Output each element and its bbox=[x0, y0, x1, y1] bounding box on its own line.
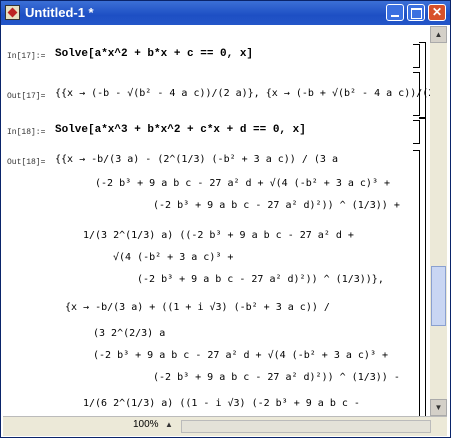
mathematica-icon bbox=[5, 5, 20, 20]
input-cell[interactable]: Solve[a*x^3 + b*x^2 + c*x + d == 0, x] bbox=[55, 124, 306, 136]
output-line: {{x → -b/(3 a) - (2^(1/3) (-b² + 3 a c))… bbox=[55, 154, 338, 165]
vertical-scrollbar[interactable]: ▲ ▼ bbox=[430, 26, 447, 416]
minimize-button[interactable] bbox=[386, 4, 404, 21]
output-line: (-2 b³ + 9 a b c - 27 a² d)²)) ^ (1/3))}… bbox=[137, 274, 384, 285]
output-label: Out[18]= bbox=[7, 158, 46, 167]
group-bracket[interactable] bbox=[419, 42, 426, 118]
maximize-button[interactable] bbox=[407, 4, 425, 21]
horizontal-scrollbar[interactable] bbox=[181, 420, 431, 433]
output-line: 1/(6 2^(1/3) a) ((1 - i √3) (-2 b³ + 9 a… bbox=[83, 398, 360, 409]
zoom-level[interactable]: 100% bbox=[133, 419, 159, 430]
output-line: {x → -b/(3 a) + ((1 + i √3) (-b² + 3 a c… bbox=[65, 302, 330, 313]
output-cell[interactable]: {{x → (-b - √(b² - 4 a c))/(2 a)}, {x → … bbox=[55, 88, 430, 99]
output-line: 1/(3 2^(1/3) a) ((-2 b³ + 9 a b c - 27 a… bbox=[83, 230, 354, 241]
status-bar: 100% ▲ bbox=[3, 416, 447, 436]
window-title: Untitled-1 * bbox=[25, 5, 94, 20]
scroll-thumb[interactable] bbox=[431, 266, 446, 326]
output-line: √(4 (-b² + 3 a c)³ + bbox=[113, 252, 234, 263]
scroll-up-arrow-icon[interactable]: ▲ bbox=[430, 26, 447, 43]
title-bar[interactable]: Untitled-1 * ✕ bbox=[1, 1, 450, 25]
input-label: In[18]:= bbox=[7, 128, 46, 137]
output-line: (-2 b³ + 9 a b c - 27 a² d + √(4 (-b² + … bbox=[93, 350, 389, 361]
input-cell[interactable]: Solve[a*x^2 + b*x + c == 0, x] bbox=[55, 48, 253, 60]
output-label: Out[17]= bbox=[7, 92, 46, 101]
output-line: (-2 b³ + 9 a b c - 27 a² d)²)) ^ (1/3)) … bbox=[153, 200, 400, 211]
output-line: (-2 b³ + 9 a b c - 27 a² d)²)) ^ (1/3)) … bbox=[153, 372, 400, 383]
group-bracket[interactable] bbox=[419, 118, 426, 416]
input-label: In[17]:= bbox=[7, 52, 46, 61]
close-button[interactable]: ✕ bbox=[428, 4, 446, 21]
zoom-menu-arrow-icon[interactable]: ▲ bbox=[165, 420, 173, 429]
notebook-content[interactable]: In[17]:= Solve[a*x^2 + b*x + c == 0, x] … bbox=[3, 26, 430, 416]
notebook-window: Untitled-1 * ✕ In[17]:= Solve[a*x^2 + b*… bbox=[0, 0, 451, 438]
output-line: (-2 b³ + 9 a b c - 27 a² d + √(4 (-b² + … bbox=[95, 178, 391, 189]
scroll-down-arrow-icon[interactable]: ▼ bbox=[430, 399, 447, 416]
output-line: (3 2^(2/3) a bbox=[93, 328, 166, 339]
